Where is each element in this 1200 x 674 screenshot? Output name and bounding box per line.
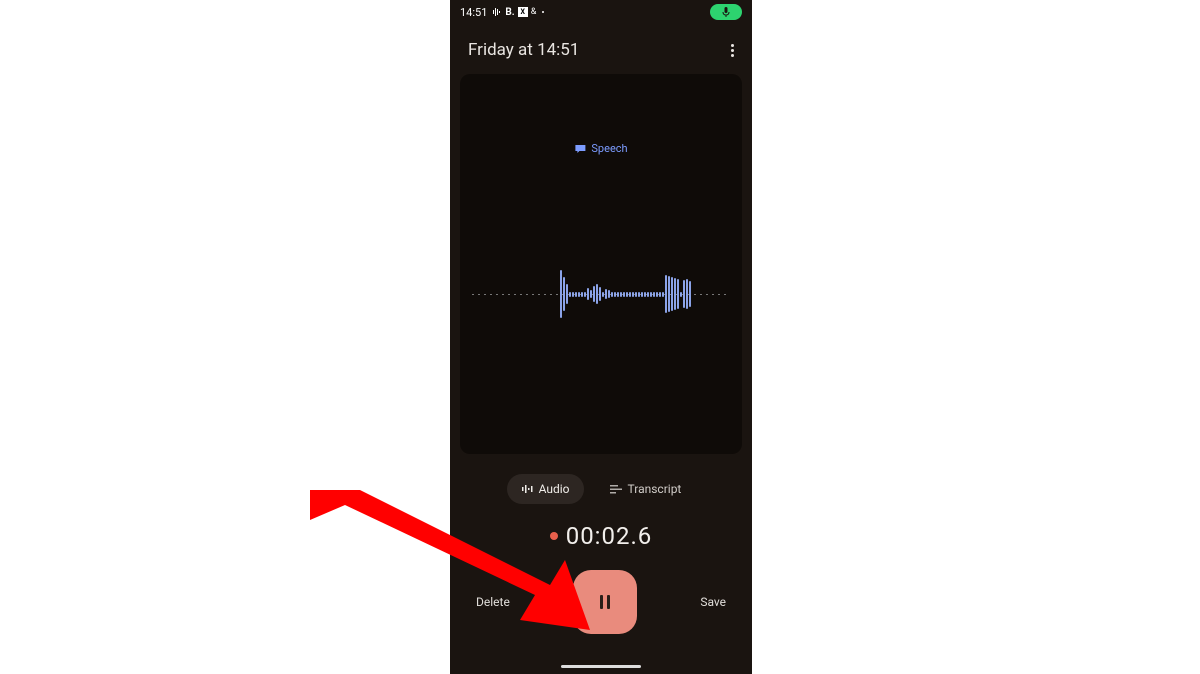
- waveform-display[interactable]: Speech: [460, 74, 742, 454]
- control-bar: Delete Save: [450, 570, 752, 634]
- audio-bars-icon: [521, 483, 533, 495]
- status-b-icon: B.: [505, 7, 514, 18]
- save-button[interactable]: Save: [700, 595, 726, 609]
- more-options-button[interactable]: [731, 44, 734, 57]
- pause-icon: [600, 595, 603, 609]
- tab-transcript[interactable]: Transcript: [596, 474, 696, 504]
- elapsed-time: 00:02.6: [566, 522, 653, 550]
- nav-handle[interactable]: [561, 665, 641, 668]
- status-x-icon: X: [518, 7, 528, 17]
- ampersand-icon: &: [531, 7, 537, 17]
- tab-audio[interactable]: Audio: [507, 474, 584, 504]
- pause-button[interactable]: [573, 570, 637, 634]
- dot-icon: [542, 11, 544, 13]
- speech-label: Speech: [574, 142, 627, 155]
- wave-icon: [492, 7, 502, 17]
- timer-row: 00:02.6: [450, 522, 752, 550]
- speech-bubble-icon: [574, 144, 586, 154]
- status-time: 14:51: [460, 6, 487, 19]
- recording-indicator-icon: [550, 532, 558, 540]
- waveform-bars: [560, 264, 691, 324]
- app-header: Friday at 14:51: [450, 24, 752, 74]
- recording-title[interactable]: Friday at 14:51: [468, 40, 579, 60]
- mic-active-pill[interactable]: [710, 4, 742, 20]
- view-tabs: Audio Transcript: [450, 474, 752, 504]
- mic-icon: [722, 7, 730, 17]
- status-bar: 14:51 B. X &: [450, 0, 752, 24]
- transcript-lines-icon: [610, 484, 622, 494]
- phone-screen: 14:51 B. X &: [450, 0, 752, 674]
- delete-button[interactable]: Delete: [476, 595, 510, 609]
- status-notification-icons: B. X &: [492, 7, 544, 18]
